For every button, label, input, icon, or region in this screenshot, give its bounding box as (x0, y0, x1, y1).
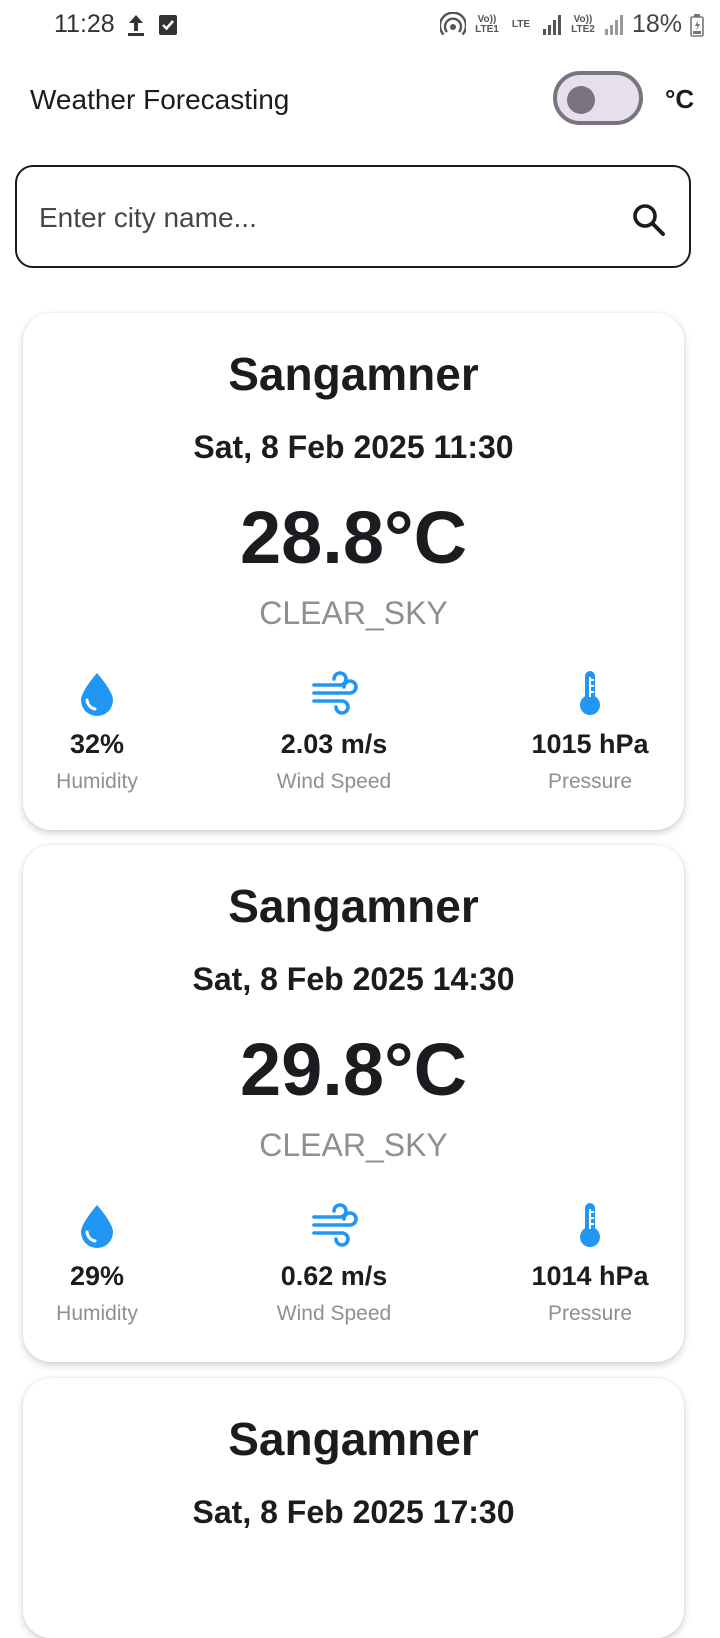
water-drop-icon (81, 673, 113, 716)
temperature: 28.8°C (239, 496, 468, 579)
city-name: Sangamner (228, 348, 479, 400)
forecast-datetime: Sat, 8 Feb 2025 11:30 (193, 429, 514, 465)
humidity-value: 29% (69, 1261, 125, 1291)
humidity-label: Humidity (56, 770, 138, 793)
pressure-value: 1015 hPa (531, 729, 649, 759)
status-notification-icons (124, 12, 180, 38)
battery-icon (690, 13, 704, 37)
unit-label: °C (665, 84, 695, 114)
wind-icon (312, 1203, 358, 1247)
search-field (15, 165, 691, 268)
wind-speed-value: 2.03 m/s (280, 729, 388, 759)
wind-speed-label: Wind Speed (276, 770, 392, 793)
humidity-metric: 32% Humidity (0, 669, 207, 794)
pressure-metric: 1015 hPa Pressure (480, 669, 700, 794)
status-time: 11:28 (54, 10, 115, 38)
weather-condition: CLEAR_SKY (259, 595, 448, 631)
sim1-volte-label: Vo)) LTE1 (475, 13, 499, 35)
hotspot-icon (439, 11, 466, 35)
forecast-card: Sangamner Sat, 8 Feb 2025 11:30 28.8°C C… (23, 313, 684, 830)
humidity-metric: 29% Humidity (0, 1201, 207, 1326)
thermometer-icon (580, 671, 600, 715)
city-name: Sangamner (228, 1413, 479, 1465)
wind-metric: 0.62 m/s Wind Speed (224, 1201, 444, 1326)
search-input[interactable] (37, 189, 601, 247)
temperature: 29.8°C (239, 1028, 468, 1111)
status-system-icons: Vo)) LTE1 LTE Vo)) LTE2 18% (439, 10, 704, 39)
wind-metric: 2.03 m/s Wind Speed (224, 669, 444, 794)
forecast-datetime: Sat, 8 Feb 2025 14:30 (192, 961, 515, 997)
lte-label: LTE (511, 18, 531, 30)
forecast-card: Sangamner Sat, 8 Feb 2025 17:30 (23, 1378, 684, 1638)
search-icon[interactable] (629, 200, 669, 240)
wind-speed-value: 0.62 m/s (280, 1261, 388, 1291)
forecast-card: Sangamner Sat, 8 Feb 2025 14:30 29.8°C C… (23, 845, 684, 1362)
pressure-label: Pressure (547, 1302, 633, 1325)
water-drop-icon (81, 1205, 113, 1248)
pressure-metric: 1014 hPa Pressure (480, 1201, 700, 1326)
app-title: Weather Forecasting (30, 84, 290, 115)
signal-bars-icon (604, 14, 623, 35)
upload-icon (128, 15, 144, 36)
pressure-label: Pressure (547, 770, 633, 793)
status-bar: 11:28 Vo)) LTE1 LTE Vo)) LTE2 18% (0, 0, 720, 50)
wind-speed-label: Wind Speed (276, 1302, 392, 1325)
humidity-label: Humidity (56, 1302, 138, 1325)
thermometer-icon (580, 1203, 600, 1247)
toggle-thumb (567, 86, 595, 114)
city-name: Sangamner (228, 880, 479, 932)
sim2-volte-label: Vo)) LTE2 (571, 13, 595, 35)
battery-percent: 18% (631, 10, 682, 38)
signal-bars-icon (542, 14, 561, 35)
unit-toggle[interactable] (553, 71, 643, 125)
pressure-value: 1014 hPa (531, 1261, 649, 1291)
weather-condition: CLEAR_SKY (259, 1127, 448, 1163)
forecast-datetime: Sat, 8 Feb 2025 17:30 (192, 1494, 515, 1530)
checkbox-icon (159, 15, 177, 35)
wind-icon (312, 671, 358, 715)
humidity-value: 32% (69, 729, 125, 759)
